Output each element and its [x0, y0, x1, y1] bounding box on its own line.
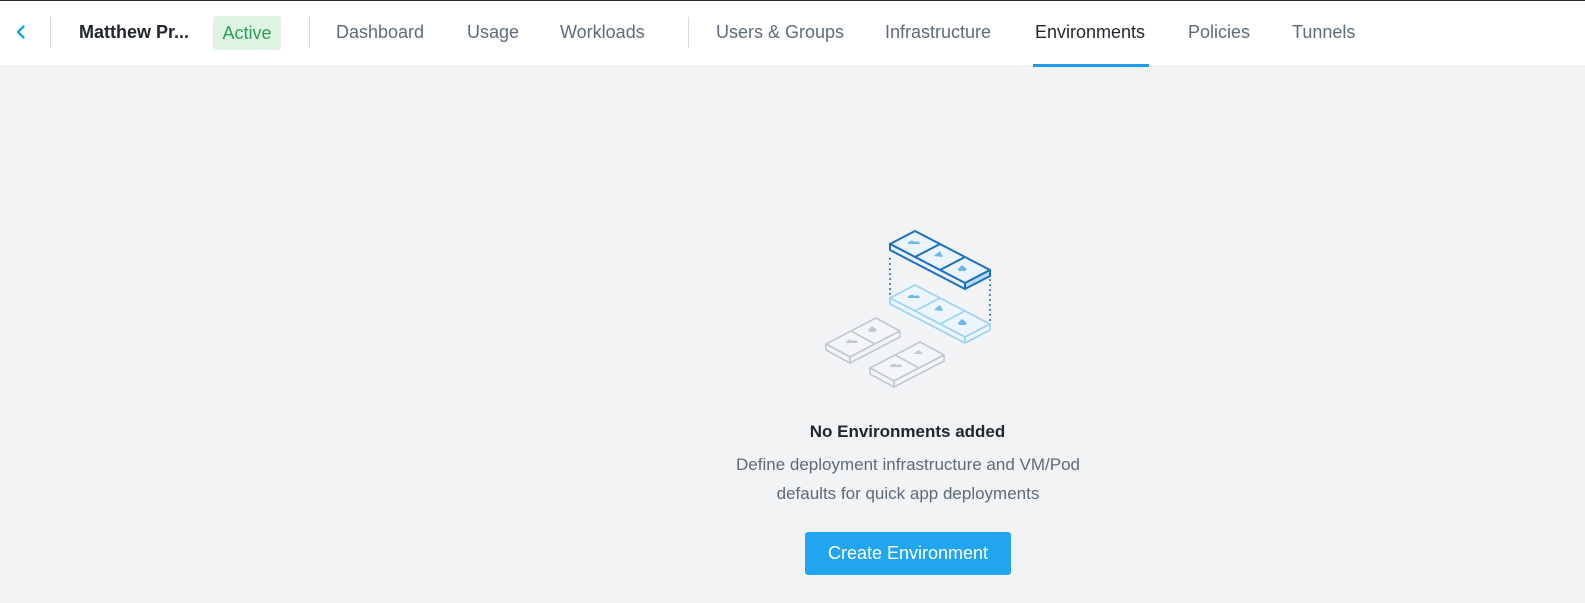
header-divider: [50, 17, 51, 48]
back-button[interactable]: [10, 19, 32, 45]
active-tab-indicator: [1033, 64, 1149, 67]
empty-state-description: Define deployment infrastructure and VM/…: [708, 450, 1108, 508]
tab-infrastructure[interactable]: Infrastructure: [885, 22, 991, 43]
status-badge: Active: [213, 16, 281, 50]
tab-group-divider: [688, 17, 689, 48]
tab-policies[interactable]: Policies: [1188, 22, 1250, 43]
empty-state-description-line: defaults for quick app deployments: [776, 484, 1040, 503]
header-divider: [309, 17, 310, 48]
chevron-left-icon: [16, 25, 25, 39]
empty-state-description-line: Define deployment infrastructure and VM/…: [736, 455, 1080, 474]
tab-users-groups[interactable]: Users & Groups: [716, 22, 844, 43]
tab-dashboard[interactable]: Dashboard: [336, 22, 424, 43]
tab-tunnels[interactable]: Tunnels: [1292, 22, 1355, 43]
tab-usage[interactable]: Usage: [467, 22, 519, 43]
top-navigation-bar: Matthew Pr... Active Dashboard Usage Wor…: [0, 0, 1585, 65]
empty-state-title: No Environments added: [809, 422, 1006, 441]
tab-workloads[interactable]: Workloads: [560, 22, 645, 43]
project-name[interactable]: Matthew Pr...: [79, 22, 189, 43]
tab-environments[interactable]: Environments: [1035, 22, 1145, 43]
stacked-environments-illustration: [825, 230, 991, 388]
create-environment-button[interactable]: Create Environment: [805, 532, 1011, 575]
